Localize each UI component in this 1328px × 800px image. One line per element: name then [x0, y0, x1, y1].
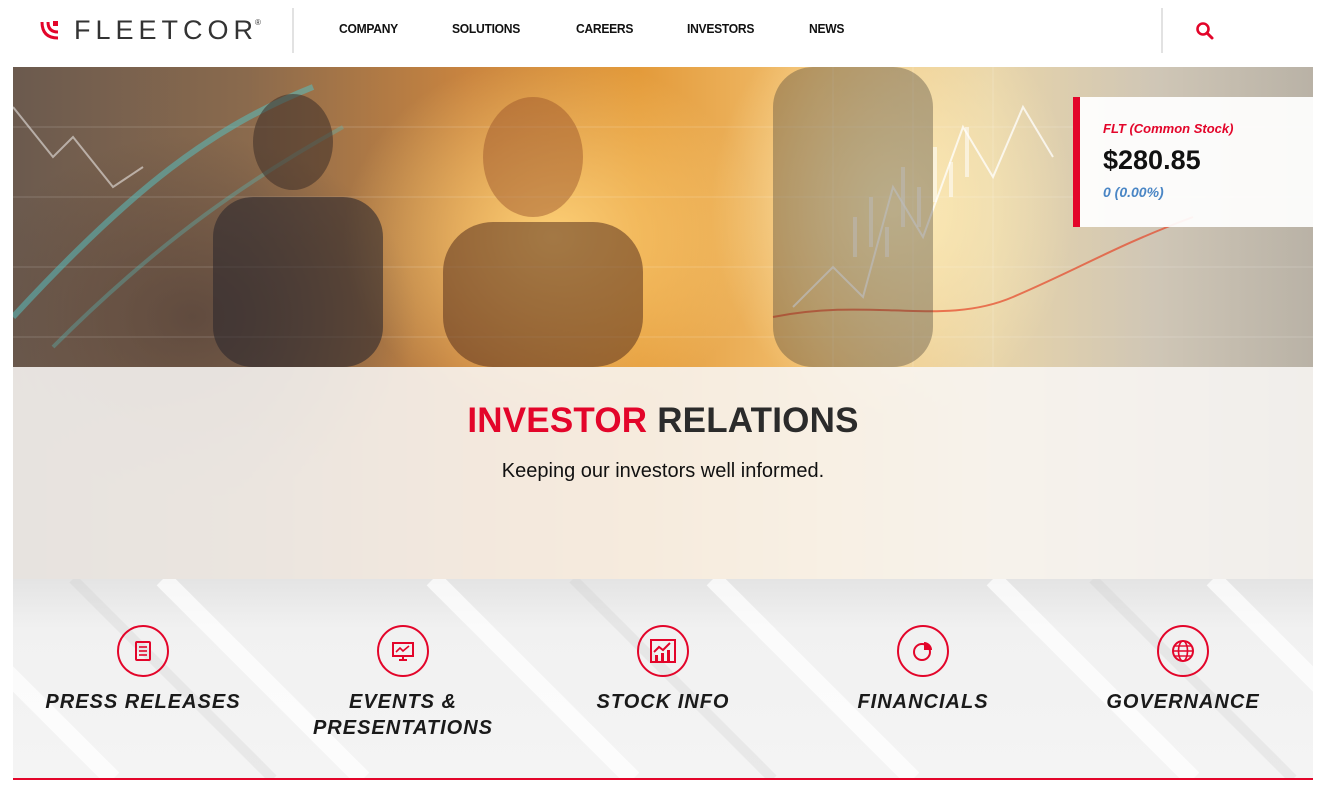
nav-careers[interactable]: CAREERS: [576, 20, 633, 38]
page-title-rest: RELATIONS: [657, 401, 859, 440]
globe-icon: [1157, 625, 1209, 677]
pie-chart-icon: [897, 625, 949, 677]
page-subtitle: Keeping our investors well informed.: [501, 460, 825, 482]
nav-investors[interactable]: INVESTORS: [687, 20, 754, 38]
link-events-presentations[interactable]: EVENTS & PRESENTATIONS: [273, 625, 533, 741]
link-stock-info[interactable]: STOCK INFO: [533, 625, 793, 715]
ticker-change: 0 (0.00%): [1103, 184, 1164, 200]
page-title: INVESTOR RELATIONS: [13, 401, 1313, 441]
page-title-highlight: INVESTOR: [467, 401, 648, 440]
nav-company[interactable]: COMPANY: [339, 20, 398, 38]
nav-news[interactable]: NEWS: [809, 20, 844, 38]
presentation-icon: [377, 625, 429, 677]
nav-solutions[interactable]: SOLUTIONS: [452, 20, 520, 38]
link-label: FINANCIALS: [857, 691, 989, 713]
logo-mark-icon: [40, 21, 59, 40]
link-label: EVENTS & PRESENTATIONS: [312, 691, 494, 739]
ticker-symbol: FLT (Common Stock): [1103, 121, 1234, 136]
main-nav: COMPANY SOLUTIONS CAREERS INVESTORS NEWS: [339, 20, 897, 38]
link-label: PRESS RELEASES: [45, 691, 241, 713]
stock-chart-icon: [637, 625, 689, 677]
link-label: STOCK INFO: [596, 691, 730, 713]
logo-registered-mark: ®: [255, 17, 261, 27]
stock-ticker[interactable]: FLT (Common Stock) $280.85 0 (0.00%): [1073, 97, 1313, 227]
link-label: GOVERNANCE: [1106, 691, 1260, 713]
document-icon: [117, 625, 169, 677]
links-bottom-rule: [13, 778, 1313, 780]
fleetcor-logo[interactable]: FLEETCOR ®: [40, 14, 261, 45]
header-divider-right: [1161, 8, 1163, 53]
site-header: FLEETCOR ® COMPANY SOLUTIONS CAREERS INV…: [0, 0, 1328, 67]
link-governance[interactable]: GOVERNANCE: [1053, 625, 1313, 715]
investor-quick-links: PRESS RELEASES EVENTS & PRESENTATIONS ST…: [13, 579, 1313, 779]
header-divider: [292, 8, 294, 53]
ticker-price: $280.85: [1103, 145, 1201, 175]
search-icon[interactable]: [1194, 20, 1216, 42]
link-press-releases[interactable]: PRESS RELEASES: [13, 625, 273, 715]
link-financials[interactable]: FINANCIALS: [793, 625, 1053, 715]
logo-text: FLEETCOR: [74, 14, 259, 45]
